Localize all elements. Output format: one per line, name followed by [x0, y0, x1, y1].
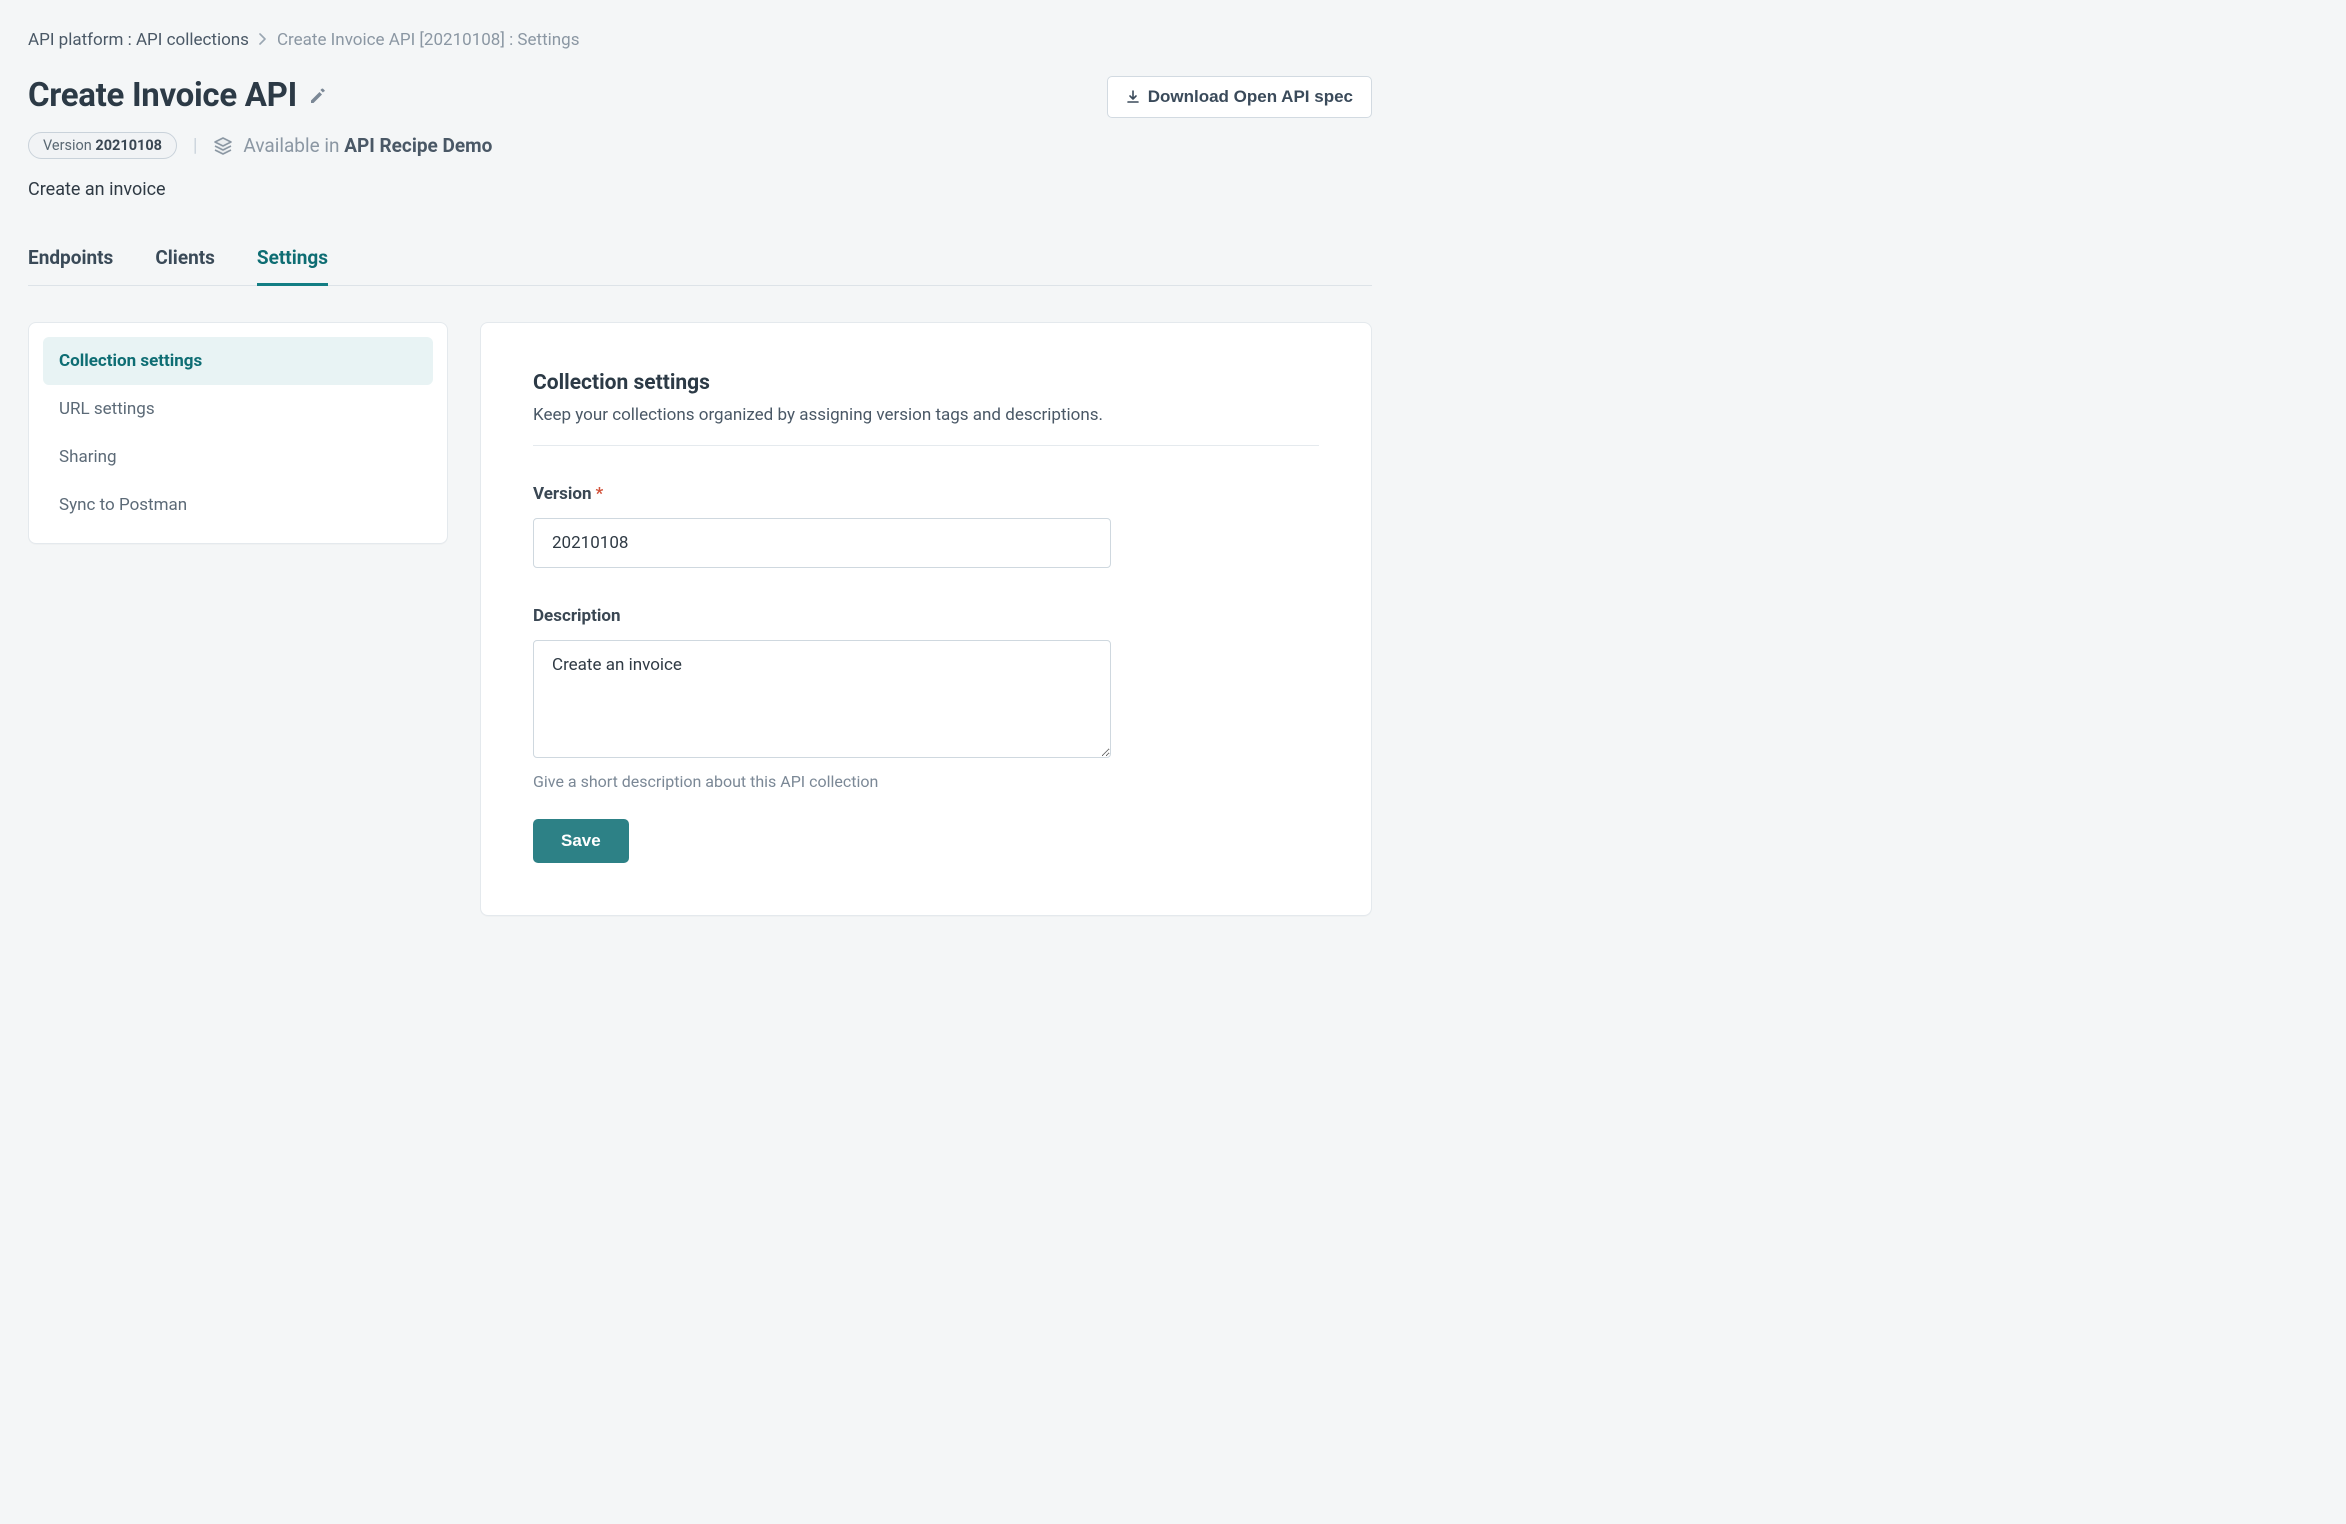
sidebar-item-url-settings[interactable]: URL settings	[43, 385, 433, 433]
sidebar-item-sync-to-postman[interactable]: Sync to Postman	[43, 481, 433, 529]
save-button[interactable]: Save	[533, 819, 629, 863]
sidebar-item-sharing[interactable]: Sharing	[43, 433, 433, 481]
stack-icon	[213, 136, 233, 156]
section-divider	[533, 445, 1319, 446]
availability-indicator: Available in API Recipe Demo	[213, 134, 492, 157]
version-badge: Version 20210108	[28, 132, 177, 159]
download-button-label: Download Open API spec	[1148, 87, 1353, 107]
page-title: Create Invoice API	[28, 76, 297, 115]
description-help-text: Give a short description about this API …	[533, 772, 1111, 791]
required-asterisk: *	[596, 484, 604, 504]
description-label: Description	[533, 606, 1111, 626]
settings-sidebar: Collection settings URL settings Sharing…	[28, 322, 448, 544]
download-icon	[1126, 90, 1140, 104]
version-label-text: Version	[533, 484, 592, 504]
download-open-api-spec-button[interactable]: Download Open API spec	[1107, 76, 1372, 118]
tab-settings[interactable]: Settings	[257, 246, 328, 286]
availability-prefix: Available in	[243, 134, 344, 157]
tabs: Endpoints Clients Settings	[28, 246, 1372, 286]
sidebar-item-collection-settings[interactable]: Collection settings	[43, 337, 433, 385]
breadcrumb: API platform : API collections Create In…	[28, 30, 1372, 50]
version-input[interactable]	[533, 518, 1111, 568]
section-subtitle: Keep your collections organized by assig…	[533, 405, 1319, 425]
tab-clients[interactable]: Clients	[155, 246, 215, 286]
edit-icon[interactable]	[309, 87, 327, 105]
version-badge-value: 20210108	[95, 137, 162, 154]
breadcrumb-root-link[interactable]: API platform : API collections	[28, 30, 249, 50]
tab-endpoints[interactable]: Endpoints	[28, 246, 113, 286]
description-label-text: Description	[533, 606, 620, 626]
short-description: Create an invoice	[28, 179, 1372, 200]
chevron-right-icon	[259, 30, 267, 50]
main-panel: Collection settings Keep your collection…	[480, 322, 1372, 916]
version-badge-prefix: Version	[43, 137, 95, 154]
section-title: Collection settings	[533, 371, 1319, 395]
breadcrumb-current: Create Invoice API [20210108] : Settings	[277, 30, 580, 50]
description-textarea[interactable]	[533, 640, 1111, 758]
meta-divider: |	[193, 135, 197, 156]
availability-target: API Recipe Demo	[344, 134, 492, 157]
version-label: Version *	[533, 484, 1111, 504]
